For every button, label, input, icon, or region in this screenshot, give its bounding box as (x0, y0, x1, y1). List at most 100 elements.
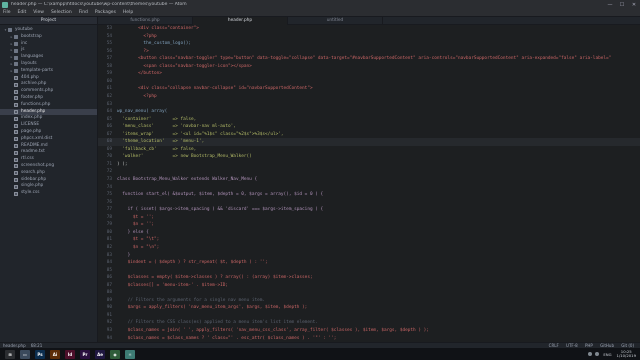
tree-folder[interactable]: ▾ youtube (0, 27, 97, 34)
tree-item-label: functions.php (21, 101, 51, 107)
menu-find[interactable]: Find (79, 10, 88, 15)
tree-item-label: phpcs.xml.dist (21, 135, 53, 141)
file-icon (14, 143, 18, 148)
tree-folder[interactable]: ▸ js (0, 47, 97, 54)
tree-file[interactable]: comments.php (0, 88, 97, 95)
tree-item-label: rtl.css (21, 156, 34, 162)
close-button[interactable]: ✕ (628, 2, 640, 8)
file-icon (14, 130, 18, 135)
sidebar-title: Project (0, 17, 97, 25)
tree-item-label: bootstrap (21, 33, 42, 39)
tree-file[interactable]: sidebar.php (0, 177, 97, 184)
file-icon (14, 116, 18, 121)
taskbar-explorer-icon[interactable]: ▭ (20, 349, 30, 359)
system-tray: ENG 10:25 1/10/2019 (585, 349, 640, 359)
file-icon (14, 184, 18, 189)
network-icon[interactable] (588, 352, 593, 356)
folder-icon (8, 28, 12, 33)
folder-icon (14, 55, 18, 60)
tree-file[interactable]: rtl.css (0, 156, 97, 163)
file-icon (14, 171, 18, 176)
project-sidebar: Project ▾ youtube ▸ bootstrap ▸ inc ▸ js ▸ langua… (0, 17, 98, 342)
tree-item-label: languages (21, 54, 44, 60)
taskbar-premiere-icon[interactable]: Pr (80, 349, 90, 359)
file-icon (14, 89, 18, 94)
tree-item-label: screenshot.png (21, 162, 55, 168)
maximize-button[interactable]: ☐ (616, 2, 628, 8)
window-title: header.php — C:\xampp\htdocs\youtube\wp-… (11, 2, 187, 7)
file-icon (14, 157, 18, 162)
language-indicator[interactable]: ENG (603, 352, 611, 357)
tree-file[interactable]: readme.txt (0, 149, 97, 156)
tree-folder[interactable]: ▸ languages (0, 54, 97, 61)
code-editor[interactable]: 53 <div class="container"> 54 <?php 55 the… (98, 25, 640, 342)
tree-item-label: search.php (21, 169, 45, 175)
tree-folder[interactable]: ▸ bootstrap (0, 34, 97, 41)
tree-item-label: footer.php (21, 94, 44, 100)
menu-view[interactable]: View (33, 10, 44, 15)
tree-file[interactable]: footer.php (0, 95, 97, 102)
folder-icon (14, 35, 18, 40)
tree-file[interactable]: LICENSE (0, 122, 97, 129)
tree-file[interactable]: functions.php (0, 102, 97, 109)
file-icon (14, 109, 18, 114)
tree-file[interactable]: header.php (0, 108, 97, 116)
tab-header-php[interactable]: header.php (193, 17, 288, 25)
taskbar-photoshop-icon[interactable]: Ps (35, 349, 45, 359)
clock[interactable]: 10:25 1/10/2019 (616, 349, 636, 359)
tree-file[interactable]: search.php (0, 170, 97, 177)
folder-icon (14, 48, 18, 53)
menu-file[interactable]: File (3, 10, 11, 15)
tree-item-label: comments.php (21, 88, 54, 94)
title-bar: header.php — C:\xampp\htdocs\youtube\wp-… (0, 0, 640, 9)
taskbar-chrome-icon[interactable]: ◉ (110, 349, 120, 359)
tree-file[interactable]: index.php (0, 115, 97, 122)
volume-icon[interactable] (595, 352, 600, 356)
code-line[interactable]: 94 $class_names = $class_names ? ' class… (98, 335, 640, 342)
tree-item-label: youtube (15, 27, 33, 32)
menu-help[interactable]: Help (123, 10, 133, 15)
folder-icon (14, 69, 18, 74)
tree-file[interactable]: single.php (0, 183, 97, 190)
tree-file[interactable]: phpcs.xml.dist (0, 136, 97, 143)
windows-taskbar: ⊞ ▭ Ps Ai Id Pr Ae ◉ ⚛ ENG 10:25 1/10/2019 (0, 348, 640, 360)
taskbar-illustrator-icon[interactable]: Ai (50, 349, 60, 359)
tree-item-label: template-parts (21, 67, 53, 73)
tree-folder[interactable]: ▸ inc (0, 41, 97, 48)
folder-icon (14, 62, 18, 67)
tree-file[interactable]: page.php (0, 129, 97, 136)
file-icon (14, 96, 18, 101)
menu-packages[interactable]: Packages (95, 10, 116, 15)
tree-folder[interactable]: ▸ layouts (0, 61, 97, 68)
file-icon (14, 177, 18, 182)
tree-item-label: style.css (21, 190, 40, 196)
menu-selection[interactable]: Selection (51, 10, 72, 15)
file-icon (14, 123, 18, 128)
tree-file[interactable]: README.md (0, 143, 97, 150)
clock-date: 1/10/2019 (616, 353, 636, 358)
tree-file[interactable]: style.css (0, 190, 97, 197)
tree-file[interactable]: screenshot.png (0, 163, 97, 170)
tree-folder[interactable]: ▸ template-parts (0, 68, 97, 75)
file-icon (14, 150, 18, 155)
tab-untitled[interactable]: untitled (288, 17, 383, 25)
tree-file[interactable]: 404.php (0, 75, 97, 82)
file-icon (14, 137, 18, 142)
tree-item-label: page.php (21, 128, 42, 134)
tab-functions-php[interactable]: functions.php (98, 17, 193, 25)
menu-edit[interactable]: Edit (18, 10, 27, 15)
taskbar-atom-icon[interactable]: ⚛ (125, 349, 135, 359)
taskbar-aftereffects-icon[interactable]: Ae (95, 349, 105, 359)
file-icon (14, 75, 18, 80)
file-icon (14, 103, 18, 108)
taskbar-start-icon[interactable]: ⊞ (5, 349, 15, 359)
file-icon (14, 191, 18, 196)
file-icon (14, 82, 18, 87)
taskbar-indesign-icon[interactable]: Id (65, 349, 75, 359)
atom-app-icon (2, 1, 8, 8)
minimize-button[interactable]: — (604, 2, 616, 8)
menu-bar: File Edit View Selection Find Packages H… (0, 9, 640, 17)
file-icon (14, 164, 18, 169)
tree-item-label: layouts (21, 60, 37, 66)
line-number: 94 (106, 335, 112, 341)
